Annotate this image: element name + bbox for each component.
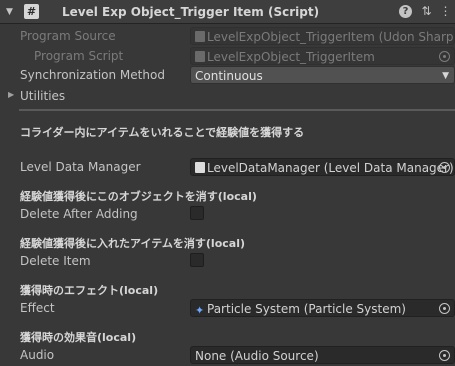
delete-item-checkbox[interactable] xyxy=(190,253,204,267)
script-file-icon xyxy=(195,162,205,173)
level-data-manager-row: Level Data Manager LevelDataManager (Lev… xyxy=(0,158,455,176)
program-script-label: Program Script xyxy=(34,49,124,63)
audio-field[interactable]: None (Audio Source) xyxy=(190,346,455,364)
divider xyxy=(19,109,455,111)
sync-method-row: Synchronization Method Continuous ▼ xyxy=(0,66,455,84)
script-icon: # xyxy=(24,4,39,19)
program-source-label: Program Source xyxy=(20,29,116,43)
level-data-manager-label: Level Data Manager xyxy=(20,160,141,174)
asset-icon xyxy=(195,31,205,42)
presets-icon[interactable]: ⇅ xyxy=(419,4,434,19)
utilities-foldout[interactable]: ▶ Utilities xyxy=(0,87,455,105)
delete-after-checkbox[interactable] xyxy=(190,206,204,220)
description-heading: コライダー内にアイテムをいれることで経験値を獲得する xyxy=(20,126,305,139)
audio-heading: 獲得時の効果音(local) xyxy=(20,331,137,344)
effect-value: Particle System (Particle System) xyxy=(207,302,406,316)
audio-value: None (Audio Source) xyxy=(195,349,319,363)
object-picker-icon[interactable] xyxy=(439,303,450,314)
component-title: Level Exp Object_Trigger Item (Script) xyxy=(62,5,320,19)
component-header[interactable]: ▼ # Level Exp Object_Trigger Item (Scrip… xyxy=(0,0,455,24)
collapse-arrow-icon[interactable]: ▼ xyxy=(6,6,13,18)
effect-row: Effect ✦ Particle System (Particle System… xyxy=(0,299,455,317)
delete-after-label: Delete After Adding xyxy=(20,207,138,221)
more-options-icon[interactable]: ⋮ xyxy=(438,4,453,19)
audio-label: Audio xyxy=(20,348,55,362)
effect-field[interactable]: ✦ Particle System (Particle System) xyxy=(190,299,455,317)
program-source-value: LevelExpObject_TriggerItem (Udon Sharp xyxy=(207,30,454,44)
script-file-icon xyxy=(195,51,205,62)
effect-heading: 獲得時のエフェクト(local) xyxy=(20,284,159,297)
sync-method-dropdown[interactable]: Continuous ▼ xyxy=(190,66,455,84)
program-source-field: LevelExpObject_TriggerItem (Udon Sharp xyxy=(190,27,455,45)
program-script-row: Program Script LevelExpObject_TriggerIte… xyxy=(0,47,455,65)
foldout-arrow-icon[interactable]: ▶ xyxy=(8,90,14,99)
program-script-field: LevelExpObject_TriggerItem xyxy=(190,47,455,65)
chevron-down-icon: ▼ xyxy=(442,71,449,81)
object-picker-icon[interactable] xyxy=(439,350,450,361)
utilities-label: Utilities xyxy=(20,89,66,103)
particle-system-icon: ✦ xyxy=(195,304,205,317)
delete-item-label: Delete Item xyxy=(20,254,91,268)
effect-label: Effect xyxy=(20,301,55,315)
program-script-value: LevelExpObject_TriggerItem xyxy=(207,50,375,64)
delete-item-heading: 経験値獲得後に入れたアイテムを消す(local) xyxy=(20,237,245,250)
level-data-manager-field[interactable]: LevelDataManager (Level Data Manager) xyxy=(190,158,455,176)
delete-after-row: Delete After Adding xyxy=(0,205,455,223)
program-source-row: Program Source LevelExpObject_TriggerIte… xyxy=(0,27,455,45)
delete-item-row: Delete Item xyxy=(0,252,455,270)
object-picker-icon xyxy=(439,51,450,62)
help-icon[interactable]: ? xyxy=(399,5,412,18)
sync-method-value: Continuous xyxy=(195,69,263,83)
level-data-manager-value: LevelDataManager (Level Data Manager) xyxy=(207,161,454,175)
delete-after-heading: 経験値獲得後にこのオブジェクトを消す(local) xyxy=(20,190,257,203)
sync-method-label: Synchronization Method xyxy=(20,68,165,82)
object-picker-icon[interactable] xyxy=(439,162,450,173)
audio-row: Audio None (Audio Source) xyxy=(0,346,455,364)
